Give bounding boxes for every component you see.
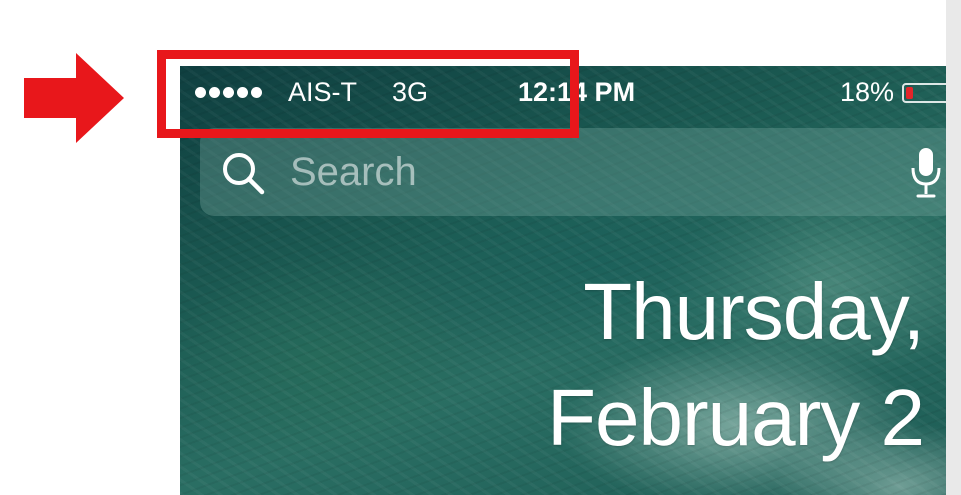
right-arrow-icon	[24, 53, 124, 143]
battery-icon	[902, 83, 946, 103]
microphone-icon[interactable]	[910, 146, 942, 200]
search-bar[interactable]: Search	[200, 128, 946, 216]
battery-percentage: 18%	[840, 77, 895, 107]
date-day-of-week: Thursday,	[583, 267, 925, 356]
search-placeholder: Search	[290, 150, 417, 194]
page-edge	[946, 0, 961, 495]
status-bar-highlight	[157, 50, 579, 138]
screenshot-canvas: AIS-T 3G 12:14 PM 18% Search Thursday, F…	[0, 0, 961, 495]
search-icon	[223, 153, 265, 195]
date-month-day: February 2	[547, 373, 925, 462]
battery-level-fill	[906, 87, 913, 99]
